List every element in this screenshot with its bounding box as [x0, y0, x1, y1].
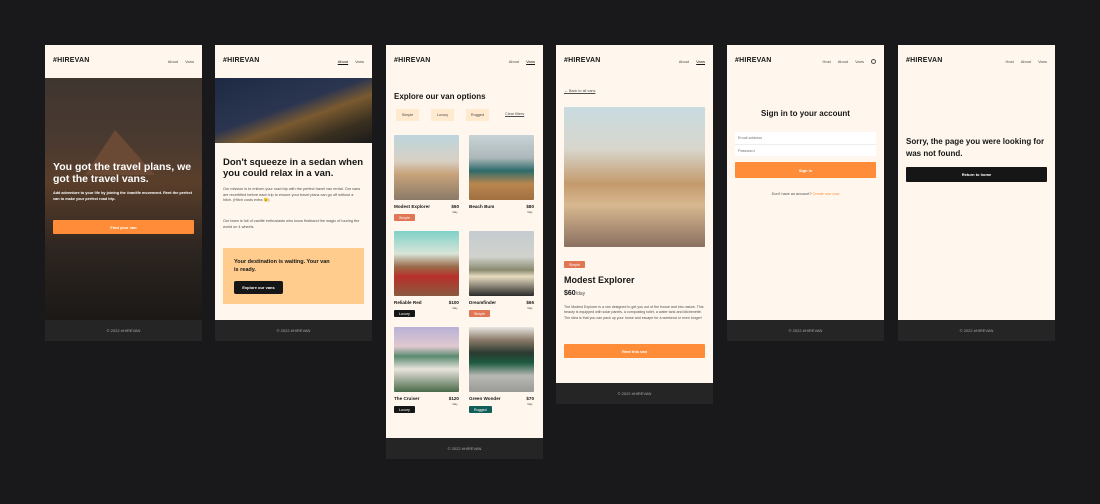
page-title: Explore our van options [394, 92, 486, 101]
screen-vans: #HIREVAN About Vans Explore our van optio… [386, 45, 543, 459]
about-headline: Don't squeeze in a sedan when you could … [223, 157, 364, 180]
hero-headline: You got the travel plans, we got the tra… [53, 161, 192, 186]
footer: © 2022 #HIREVAN [556, 383, 713, 404]
footer: © 2022 #HIREVAN [727, 320, 884, 341]
footer: © 2022 #HIREVAN [386, 438, 543, 459]
logo[interactable]: #HIREVAN [906, 57, 942, 64]
van-price: $80 [526, 204, 534, 209]
about-paragraph-2: Our team is full of vanlife enthusiasts … [223, 219, 360, 229]
header: #HIREVAN About Vans [45, 45, 202, 78]
van-image [564, 107, 705, 247]
filter-rugged[interactable]: Rugged [466, 109, 489, 121]
nav-vans[interactable]: Vans [1038, 59, 1047, 64]
van-price: $65 [526, 300, 534, 305]
per-day: /day [452, 306, 458, 310]
van-name: The Cruiser [394, 396, 420, 401]
filter-simple[interactable]: Simple [396, 109, 419, 121]
van-image [394, 231, 459, 296]
page-title: Sign in to your account [761, 109, 850, 118]
per-day: /day [452, 402, 458, 406]
screen-not-found: #HIREVAN Host About Vans Sorry, the page y… [898, 45, 1055, 341]
clear-filters-link[interactable]: Clear filters [505, 112, 524, 116]
van-price: $70 [526, 396, 534, 401]
van-image [394, 135, 459, 200]
nav-about[interactable]: About [509, 59, 519, 64]
screen-about: #HIREVAN About Vans Don't squeeze in a se… [215, 45, 372, 341]
van-price: $60 [451, 204, 459, 209]
sign-in-button[interactable]: Sign in [735, 162, 876, 178]
nav-host[interactable]: Host [1005, 59, 1013, 64]
nav-vans[interactable]: Vans [696, 59, 705, 64]
type-badge: Simple [469, 310, 490, 317]
van-name: Modest Explorer [564, 275, 635, 285]
not-found-message: Sorry, the page you were looking for was… [906, 137, 1045, 158]
user-icon[interactable] [871, 59, 876, 64]
logo[interactable]: #HIREVAN [735, 57, 771, 64]
van-name: Green Wonder [469, 396, 501, 401]
cta-box-title: Your destination is waiting. Your van is… [234, 259, 330, 273]
type-badge: Luxury [394, 406, 415, 413]
nav-about[interactable]: About [168, 59, 178, 64]
cta-box: Your destination is waiting. Your van is… [223, 248, 364, 304]
van-name: Modest Explorer [394, 204, 430, 209]
van-name: Reliable Red [394, 300, 422, 305]
footer: © 2022 #HIREVAN [45, 320, 202, 341]
filter-luxury[interactable]: Luxury [431, 109, 454, 121]
hero-subtext: Add adventure to your life by joining th… [53, 191, 193, 201]
about-paragraph-1: Our mission is to enliven your road trip… [223, 187, 361, 203]
logo[interactable]: #HIREVAN [394, 57, 430, 64]
nav-vans[interactable]: Vans [526, 59, 535, 64]
van-description: The Modest Explorer is a van designed to… [564, 305, 704, 320]
nav-about[interactable]: About [1021, 59, 1031, 64]
nav-vans[interactable]: Vans [855, 59, 864, 64]
van-price: $120 [448, 396, 459, 401]
screen-van-detail: #HIREVAN About Vans ← Back to all vans Si… [556, 45, 713, 404]
signup-prompt: Don't have an account? Create one now [771, 192, 840, 196]
password-input[interactable] [735, 144, 876, 156]
van-image [469, 231, 534, 296]
per-day: /day [527, 402, 533, 406]
per-day: /day [452, 210, 458, 214]
return-home-button[interactable]: Return to home [906, 167, 1047, 182]
type-badge: Luxury [394, 310, 415, 317]
van-price: $60/day [564, 290, 586, 297]
van-night-image [215, 78, 372, 143]
van-image [469, 327, 534, 392]
screen-login: #HIREVAN Host About Vans Sign in to your a… [727, 45, 884, 341]
nav-about[interactable]: About [338, 59, 348, 64]
find-van-button[interactable]: Find your van [53, 220, 194, 234]
nav-about[interactable]: About [679, 59, 689, 64]
van-name: Dreamfinder [469, 300, 497, 305]
type-badge: Simple [394, 214, 415, 221]
footer: © 2022 #HIREVAN [215, 320, 372, 341]
rent-van-button[interactable]: Rent this van [564, 344, 705, 358]
email-input[interactable] [735, 132, 876, 144]
nav-about[interactable]: About [838, 59, 848, 64]
create-account-link[interactable]: Create one now [813, 192, 840, 196]
per-day: /day [527, 306, 533, 310]
type-badge: Rugged [469, 406, 492, 413]
van-image [469, 135, 534, 200]
per-day: /day [527, 210, 533, 214]
explore-vans-button[interactable]: Explore our vans [234, 281, 283, 294]
screen-home: #HIREVAN About Vans You got the travel pl… [45, 45, 202, 341]
nav-vans[interactable]: Vans [355, 59, 364, 64]
nav-host[interactable]: Host [822, 59, 830, 64]
van-name: Beach Bum [469, 204, 495, 209]
logo[interactable]: #HIREVAN [564, 57, 600, 64]
van-price: $100 [448, 300, 459, 305]
nav-vans[interactable]: Vans [185, 59, 194, 64]
logo[interactable]: #HIREVAN [53, 57, 89, 64]
van-image [394, 327, 459, 392]
type-badge: Simple [564, 261, 585, 268]
logo[interactable]: #HIREVAN [223, 57, 259, 64]
back-link[interactable]: ← Back to all vans [564, 89, 595, 93]
footer: © 2022 #HIREVAN [898, 320, 1055, 341]
